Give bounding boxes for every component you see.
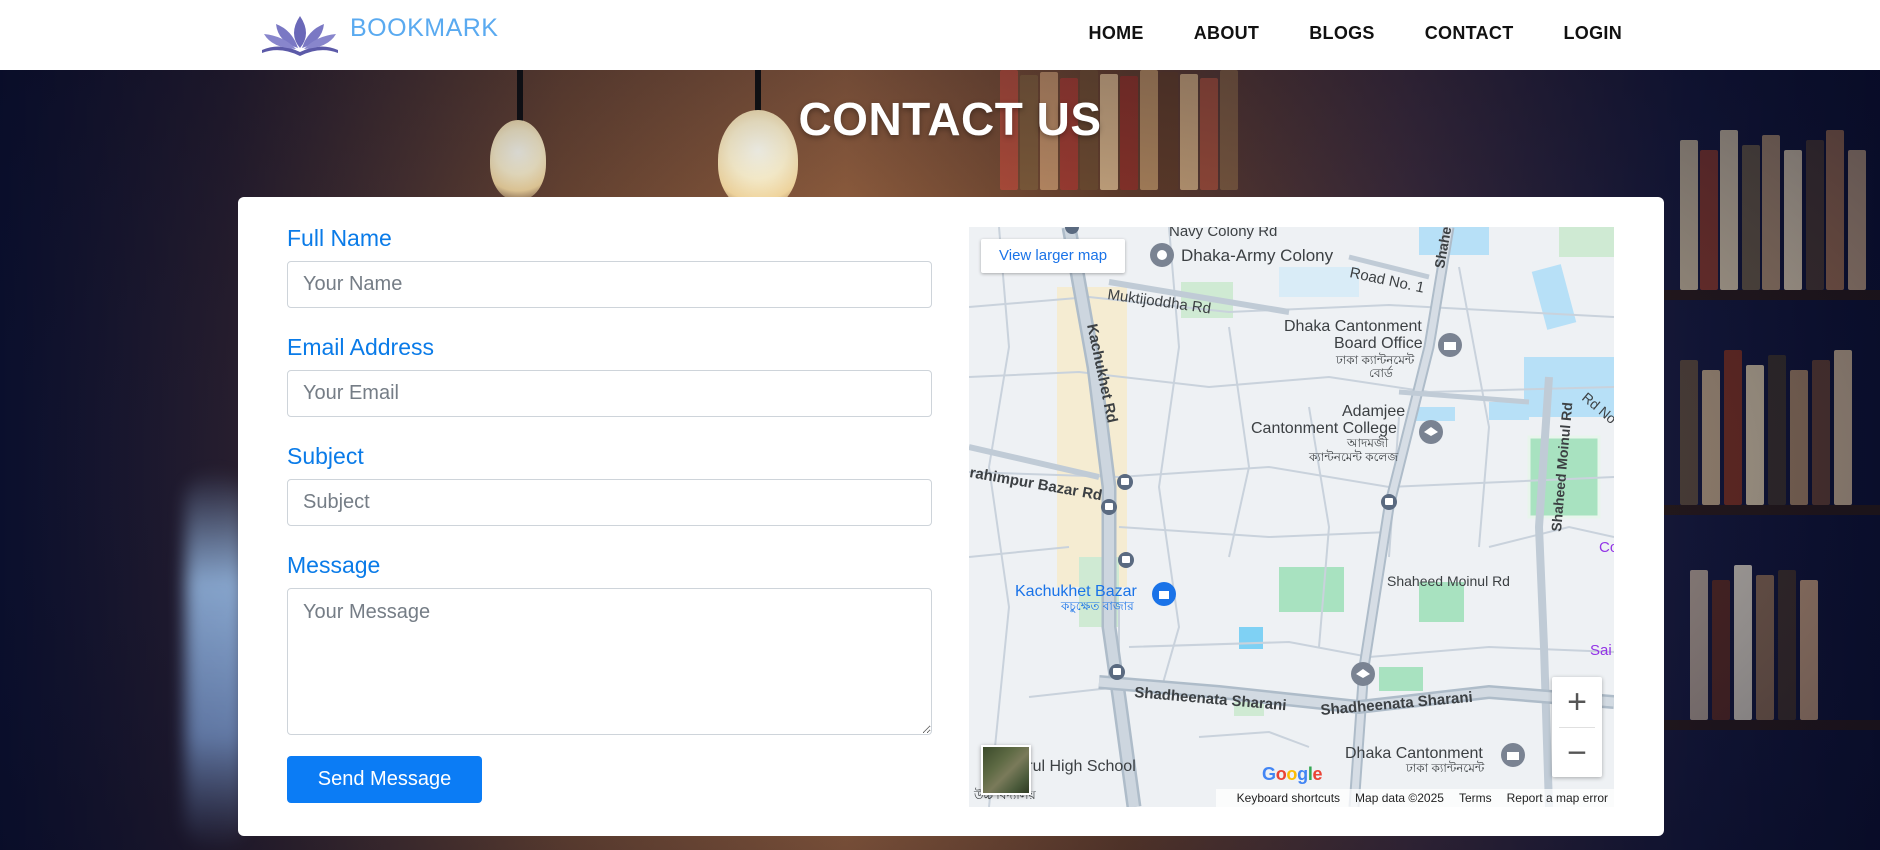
map-label-adamjee: Adamjee: [1342, 403, 1405, 420]
contact-card: Full Name Email Address Subject Message …: [238, 197, 1664, 836]
map-label-dhaka-cantonment-bn: ঢাকা ক্যান্টনমেন্ট: [1405, 761, 1485, 775]
terms-link[interactable]: Terms: [1459, 791, 1492, 805]
contact-form: Full Name Email Address Subject Message …: [287, 225, 932, 803]
map-data-text: Map data ©2025: [1355, 791, 1444, 805]
map-label-road-no-1: Road No. 1: [1348, 264, 1426, 296]
map-label-kachukhet-bazar: Kachukhet Bazar: [1015, 583, 1138, 600]
main-nav: HOME ABOUT BLOGS CONTACT LOGIN: [1039, 0, 1622, 66]
view-larger-map-link[interactable]: View larger map: [981, 239, 1126, 273]
zoom-in-button[interactable]: +: [1552, 677, 1602, 727]
google-logo: Google: [1262, 764, 1323, 784]
report-map-error-link[interactable]: Report a map error: [1507, 791, 1608, 805]
map-label-adamjee-bn-2: ক্যান্টনমেন্ট কলেজ: [1308, 450, 1398, 464]
map-label-cantonment-board: Dhaka Cantonment: [1284, 318, 1422, 335]
map-label-cantonment-board-bn: ঢাকা ক্যান্টনমেন্ট: [1335, 353, 1415, 367]
map-canvas[interactable]: Navy Colony Rd Dhaka-Army Colony Road No…: [969, 227, 1614, 807]
nav-contact[interactable]: CONTACT: [1425, 23, 1514, 44]
map-label-shadheenata-sharani-2: Shadheenata Sharani: [1320, 689, 1473, 719]
map-label-cantonment-board-2: Board Office: [1334, 335, 1423, 352]
map-label-navy-colony: Navy Colony Rd: [1169, 227, 1277, 240]
map-label-co-edge: Co: [1599, 539, 1614, 556]
full-name-input[interactable]: [287, 261, 932, 308]
subject-input[interactable]: [287, 479, 932, 526]
satellite-toggle[interactable]: [981, 745, 1031, 795]
lotus-book-logo-icon: [262, 16, 338, 56]
map-label-sai-edge: Sai: [1590, 642, 1612, 659]
map-label-kachukhet-bazar-bn: কচুক্ষেত বাজার: [1060, 599, 1134, 614]
nav-home[interactable]: HOME: [1089, 23, 1144, 44]
brand[interactable]: BOOKMARK: [258, 12, 498, 56]
send-message-button[interactable]: Send Message: [287, 756, 482, 803]
subject-label: Subject: [287, 443, 364, 469]
map-label-shaheed-moinul-horizontal: Shaheed Moinul Rd: [1387, 573, 1510, 589]
email-label: Email Address: [287, 334, 435, 360]
map-label-dhaka-army-colony: Dhaka-Army Colony: [1181, 246, 1334, 265]
zoom-out-button[interactable]: −: [1552, 728, 1602, 778]
map-label-cantonment-board-bn-2: বোর্ড: [1369, 366, 1393, 380]
map-label-adamjee-bn: আদমজী: [1346, 436, 1389, 450]
map-label-dhaka-cantonment: Dhaka Cantonment: [1345, 745, 1483, 762]
embedded-map[interactable]: Navy Colony Rd Dhaka-Army Colony Road No…: [969, 227, 1614, 807]
map-attribution: Keyboard shortcuts Map data ©2025 Terms …: [1215, 789, 1614, 807]
navbar: BOOKMARK HOME ABOUT BLOGS CONTACT LOGIN: [0, 0, 1880, 70]
map-zoom-control: + −: [1552, 677, 1602, 777]
nav-about[interactable]: ABOUT: [1194, 23, 1260, 44]
email-input[interactable]: [287, 370, 932, 417]
brand-name: BOOKMARK: [350, 13, 499, 42]
full-name-label: Full Name: [287, 225, 392, 251]
nav-blogs[interactable]: BLOGS: [1309, 23, 1375, 44]
map-label-adamjee-2: Cantonment College: [1251, 420, 1397, 437]
keyboard-shortcuts-link[interactable]: Keyboard shortcuts: [1237, 791, 1340, 805]
message-textarea[interactable]: [287, 588, 932, 735]
page-title: CONTACT US: [798, 93, 1102, 145]
nav-login[interactable]: LOGIN: [1564, 23, 1623, 44]
message-label: Message: [287, 552, 381, 578]
